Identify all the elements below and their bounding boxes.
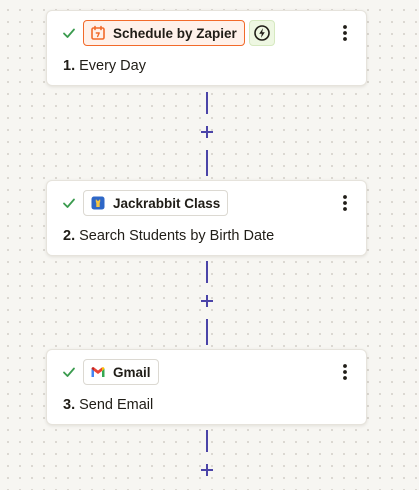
check-icon [61,25,77,41]
check-icon [61,364,77,380]
app-name: Jackrabbit Class [113,195,221,211]
step-title-text: Search Students by Birth Date [79,228,275,244]
app-name: Schedule by Zapier [113,25,237,41]
connector-line [206,430,208,452]
step-title-text: Every Day [79,58,146,74]
step-title: 1. Every Day [63,58,146,74]
more-options-icon[interactable] [334,22,356,44]
step-header: Schedule by Zapier [61,20,275,46]
step-title: 2. Search Students by Birth Date [63,228,274,244]
connector-line [206,150,208,176]
connector-line [206,92,208,114]
app-name: Gmail [113,364,151,380]
app-chip-jackrabbit[interactable]: Jackrabbit Class [83,190,229,216]
check-icon [61,195,77,211]
add-step-button[interactable] [199,462,215,478]
jackrabbit-icon [89,194,107,212]
step-title-text: Send Email [79,397,154,413]
app-chip-schedule[interactable]: Schedule by Zapier [83,20,245,46]
step-card-1[interactable]: Schedule by Zapier 1. Every Day [46,10,367,86]
calendar-icon [89,24,107,42]
step-title: 3. Send Email [63,397,153,413]
app-chip-gmail[interactable]: Gmail [83,359,159,385]
step-header: Jackrabbit Class [61,190,229,216]
add-step-button[interactable] [199,293,215,309]
step-card-3[interactable]: Gmail 3. Send Email [46,349,367,425]
step-card-2[interactable]: Jackrabbit Class 2. Search Students by Bi… [46,180,367,256]
connector-line [206,261,208,283]
add-step-button[interactable] [199,124,215,140]
gmail-icon [89,363,107,381]
more-options-icon[interactable] [334,361,356,383]
more-options-icon[interactable] [334,192,356,214]
step-number: 1. [63,58,76,74]
step-number: 2. [63,228,76,244]
connector-line [206,319,208,345]
step-header: Gmail [61,359,159,385]
lightning-icon[interactable] [248,20,275,46]
step-number: 3. [63,397,76,413]
